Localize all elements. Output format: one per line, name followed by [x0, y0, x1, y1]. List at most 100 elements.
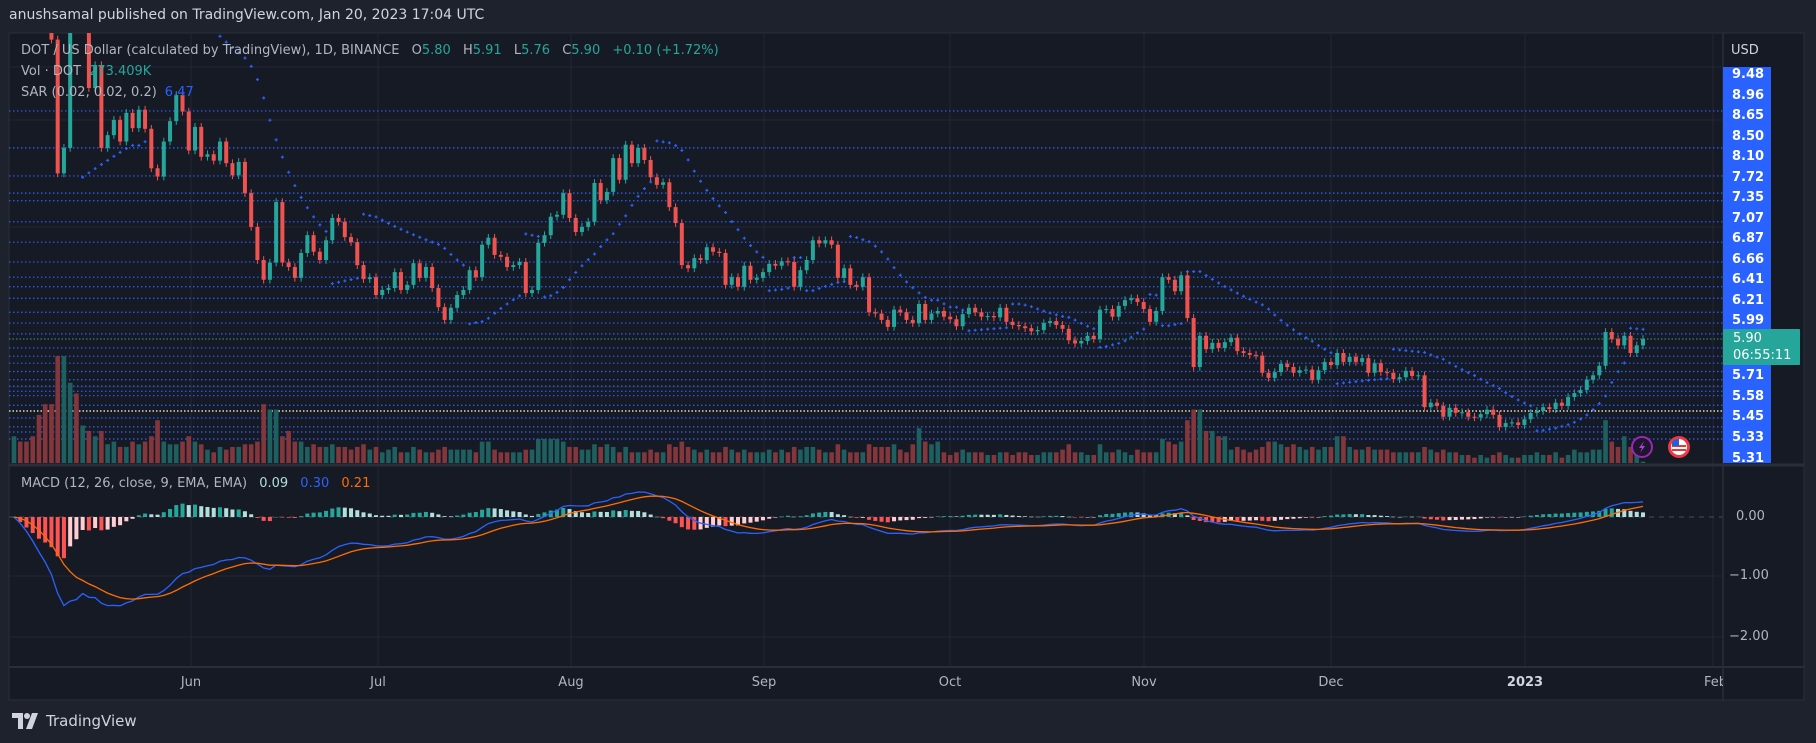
volume-bar: [1553, 452, 1558, 463]
volume-bar: [1135, 449, 1140, 463]
candle-body: [742, 265, 747, 287]
histogram-bar: [1322, 516, 1327, 517]
volume-bar: [935, 441, 941, 463]
sar-cross-v: [581, 264, 583, 268]
candle-body: [1335, 353, 1340, 366]
candle-body: [1023, 326, 1028, 329]
tradingview-footer[interactable]: TradingView: [12, 712, 137, 730]
volume-bar: [1010, 454, 1015, 463]
candle-body: [1285, 363, 1290, 368]
volume-bar: [1341, 436, 1346, 463]
price-axis-label: 8.96: [1732, 87, 1765, 103]
candle-body: [486, 237, 491, 245]
symbol-name[interactable]: DOT / US Dollar (calculated by TradingVi…: [21, 43, 400, 58]
sar-cross-v: [1411, 349, 1413, 353]
volume-bar: [280, 436, 285, 463]
sar-cross-v: [1517, 398, 1519, 402]
sar-label[interactable]: SAR (0.02, 0.02, 0.2): [21, 85, 157, 100]
symbol-legend[interactable]: DOT / US Dollar (calculated by TradingVi…: [21, 43, 719, 58]
volume-bar: [735, 452, 741, 463]
currency-label[interactable]: USD: [1731, 43, 1759, 58]
candle-body: [211, 154, 216, 161]
histogram-bar: [205, 507, 210, 517]
sar-cross-v: [1473, 374, 1476, 378]
open-value: 5.80: [421, 43, 451, 58]
candle: [536, 238, 541, 294]
volume-bar: [1378, 449, 1384, 463]
volume-bar: [1478, 454, 1484, 463]
volume-bar: [1453, 452, 1459, 463]
candle-body: [1328, 361, 1333, 366]
candle-body: [1066, 328, 1071, 341]
candle: [161, 137, 166, 181]
histogram-bar: [1341, 514, 1346, 517]
candle-body: [392, 272, 397, 289]
histogram-bar: [1528, 515, 1533, 517]
candle-body: [1622, 335, 1627, 346]
volume-bar: [1060, 449, 1065, 463]
volume-bar: [317, 446, 323, 463]
histogram-bar: [985, 514, 990, 517]
sar-cross-v: [1530, 404, 1532, 408]
histogram-bar: [86, 517, 91, 531]
sar-cross-v: [1205, 273, 1207, 277]
sar-cross-v: [899, 273, 901, 277]
candle-body: [623, 144, 628, 180]
candle-body: [305, 235, 310, 254]
sar-cross-v: [550, 294, 552, 298]
candle-body: [1528, 412, 1533, 420]
volume-bar: [654, 452, 660, 463]
candle-body: [829, 240, 834, 245]
sar-cross-v: [219, 34, 221, 38]
candle-body: [498, 254, 503, 257]
chart-canvas[interactable]: [0, 0, 1816, 743]
candle-body: [1497, 414, 1502, 427]
lightning-icon[interactable]: [1631, 436, 1653, 458]
sar-cross-v: [1218, 281, 1220, 285]
volume-bar: [1029, 454, 1034, 463]
volume-legend[interactable]: Vol · DOT 273.409K: [21, 64, 151, 79]
candle-body: [1204, 335, 1209, 350]
volume-label[interactable]: Vol · DOT: [21, 64, 81, 79]
histogram-bar: [941, 516, 946, 517]
macd-legend[interactable]: MACD (12, 26, close, 9, EMA, EMA) 0.09 0…: [21, 476, 370, 491]
histogram-bar: [991, 514, 996, 517]
candle-body: [143, 109, 148, 129]
volume-bar: [17, 441, 23, 463]
candle-body: [648, 160, 653, 178]
histogram-bar: [1235, 517, 1240, 521]
time-label-dec: Dec: [1318, 675, 1344, 690]
histogram-bar: [804, 515, 809, 517]
volume-bar: [336, 446, 341, 463]
volume-bar: [1422, 446, 1427, 463]
change-value: +0.10 (+1.72%): [612, 43, 719, 58]
volume-bar: [592, 444, 597, 463]
candle-body: [654, 177, 659, 185]
tradingview-logo-icon: [12, 713, 38, 729]
candle-body: [892, 309, 897, 327]
candle-body: [1422, 375, 1427, 408]
volume-bar: [779, 449, 784, 463]
candle-body: [760, 272, 765, 278]
sar-cross-v: [718, 204, 720, 208]
candle-body: [867, 277, 872, 313]
histogram-bar: [455, 515, 460, 517]
sar-cross-v: [818, 286, 820, 290]
histogram-bar: [374, 515, 378, 517]
volume-bar: [1397, 452, 1402, 463]
histogram-bar: [193, 504, 197, 517]
candle-body: [398, 272, 403, 290]
sar-cross-v: [256, 77, 259, 81]
price-axis-label: 6.87: [1732, 231, 1765, 246]
sar-cross-v: [1136, 331, 1139, 335]
histogram-bar: [1466, 517, 1471, 520]
sar-cross-v: [1442, 357, 1444, 361]
candle: [1191, 314, 1196, 371]
candle-body: [854, 284, 859, 287]
us-flag-icon[interactable]: [1668, 436, 1690, 458]
sar-legend[interactable]: SAR (0.02, 0.02, 0.2) 6.47: [21, 85, 194, 100]
sar-cross-v: [575, 270, 577, 274]
histogram-bar: [892, 517, 897, 522]
volume-bar: [1078, 452, 1084, 463]
macd-label[interactable]: MACD (12, 26, close, 9, EMA, EMA): [21, 476, 247, 491]
